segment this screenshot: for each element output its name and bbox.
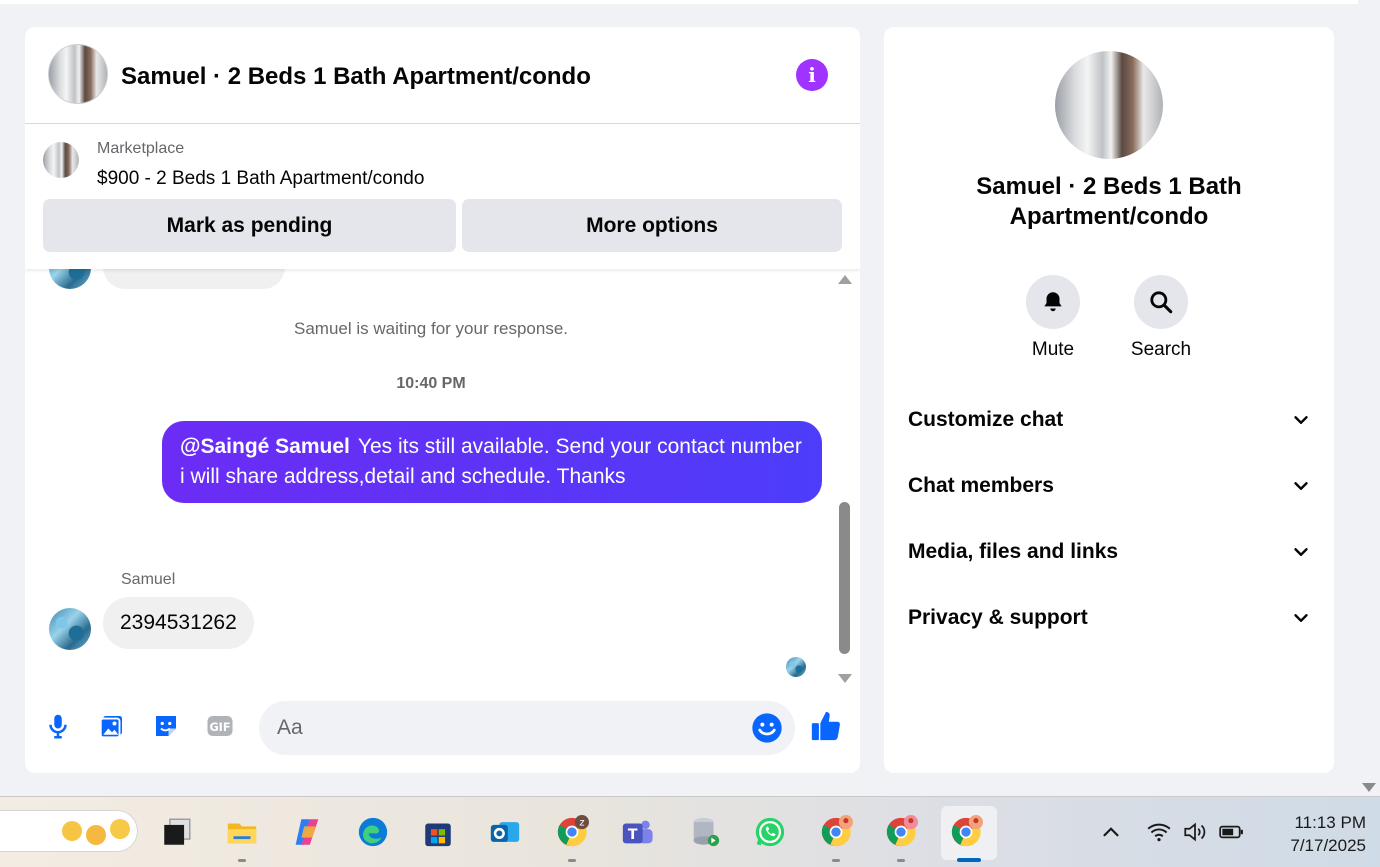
teams-icon[interactable]: T <box>617 812 657 852</box>
emoji-icon[interactable] <box>751 712 783 744</box>
browser-top-strip <box>0 0 1358 4</box>
search-icon <box>1134 275 1188 329</box>
section-label: Media, files and links <box>908 540 1119 563</box>
emoji-smile-icon <box>86 825 106 845</box>
chat-panel: Samuel · 2 Beds 1 Bath Apartment/condo i… <box>25 27 860 773</box>
section-privacy-support[interactable]: Privacy & support <box>908 596 1312 640</box>
chat-info-panel: Samuel · 2 Beds 1 Bath Apartment/condo M… <box>884 27 1334 773</box>
emoji-grin-icon <box>62 821 82 841</box>
outgoing-message[interactable]: @Saingé Samuel Yes its still available. S… <box>162 421 822 503</box>
emoji-heart-eyes-icon <box>110 819 130 839</box>
chevron-up-icon[interactable] <box>1098 819 1124 845</box>
mute-button[interactable]: Mute <box>998 275 1108 361</box>
clock-time: 11:13 PM <box>1294 813 1366 832</box>
chrome-icon[interactable] <box>816 812 856 852</box>
page-scrollbar[interactable] <box>1358 0 1380 796</box>
database-icon[interactable] <box>685 812 725 852</box>
sticker-icon[interactable] <box>151 711 181 741</box>
mark-as-pending-button[interactable]: Mark as pending <box>43 199 456 252</box>
sender-name: Samuel <box>121 571 176 588</box>
section-label: Chat members <box>908 474 1054 497</box>
wifi-icon[interactable] <box>1146 819 1172 845</box>
edge-icon[interactable] <box>353 812 393 852</box>
thumbs-up-icon[interactable] <box>809 709 843 743</box>
chat-info-title: Samuel · 2 Beds 1 Bath Apartment/condo <box>976 173 1242 230</box>
app-running-indicator <box>832 859 840 862</box>
taskbar: z T 11:13 PM 7/17/2025 <box>0 796 1380 867</box>
message-bubble-partial[interactable] <box>103 269 285 289</box>
page-scroll-down-arrow[interactable] <box>1362 783 1376 792</box>
chat-avatar[interactable] <box>48 44 108 104</box>
svg-text:T: T <box>628 827 638 843</box>
more-options-button[interactable]: More options <box>462 199 842 252</box>
chat-header: Samuel · 2 Beds 1 Bath Apartment/condo i <box>25 27 860 124</box>
mention[interactable]: @Saingé Samuel <box>180 435 350 458</box>
app-running-indicator <box>568 859 576 862</box>
scroll-up-arrow[interactable] <box>838 275 852 284</box>
message-scrollbar[interactable] <box>837 275 853 683</box>
chevron-down-icon <box>1294 614 1308 622</box>
incoming-message[interactable]: 2394531262 <box>103 597 254 649</box>
chrome-icon[interactable] <box>946 812 986 852</box>
active-app-indicator <box>957 858 981 862</box>
search-label: Search <box>1130 339 1192 360</box>
message-input[interactable] <box>277 713 737 743</box>
marketplace-label: Marketplace <box>97 140 185 157</box>
marketplace-bar: Marketplace $900 - 2 Beds 1 Bath Apartme… <box>25 124 860 269</box>
sender-avatar[interactable] <box>49 269 91 289</box>
listing-title[interactable]: $900 - 2 Beds 1 Bath Apartment/condo <box>97 168 424 190</box>
read-receipt-avatar <box>786 657 806 677</box>
svg-text:GIF: GIF <box>209 721 230 734</box>
sender-avatar[interactable] <box>49 608 91 650</box>
chevron-down-icon <box>1294 482 1308 490</box>
section-chat-members[interactable]: Chat members <box>908 464 1312 508</box>
message-timestamp: 10:40 PM <box>396 375 466 392</box>
chrome-icon[interactable] <box>881 812 921 852</box>
outlook-icon[interactable] <box>485 812 525 852</box>
bell-icon <box>1026 275 1080 329</box>
chat-info-avatar[interactable] <box>1055 51 1163 159</box>
chevron-down-icon <box>1294 416 1308 424</box>
task-view-icon[interactable] <box>157 812 197 852</box>
scroll-thumb[interactable] <box>839 502 850 654</box>
microsoft-store-icon[interactable] <box>418 812 458 852</box>
message-input-wrapper[interactable] <box>259 701 795 755</box>
system-clock[interactable]: 11:13 PM 7/17/2025 <box>1256 811 1366 857</box>
gif-icon[interactable]: GIF <box>205 711 235 741</box>
message-composer: GIF <box>25 699 860 759</box>
emoji-widget[interactable] <box>0 810 138 852</box>
info-icon[interactable]: i <box>796 59 828 91</box>
scroll-down-arrow[interactable] <box>838 674 852 683</box>
whatsapp-icon[interactable] <box>750 812 790 852</box>
app-running-indicator <box>238 859 246 862</box>
section-customize-chat[interactable]: Customize chat <box>908 398 1312 442</box>
microphone-icon[interactable] <box>43 711 73 741</box>
mute-label: Mute <box>1031 339 1075 360</box>
clock-date: 7/17/2025 <box>1290 836 1366 855</box>
svg-text:z: z <box>579 818 584 829</box>
copilot-icon[interactable] <box>287 812 327 852</box>
section-label: Customize chat <box>908 408 1064 431</box>
search-button[interactable]: Search <box>1106 275 1216 361</box>
file-explorer-icon[interactable] <box>222 812 262 852</box>
waiting-notice: Samuel is waiting for your response. <box>293 319 569 338</box>
chrome-icon[interactable]: z <box>552 812 592 852</box>
photo-icon[interactable] <box>97 711 127 741</box>
battery-icon[interactable] <box>1218 819 1244 845</box>
chevron-down-icon <box>1294 548 1308 556</box>
volume-icon[interactable] <box>1182 819 1208 845</box>
listing-thumbnail[interactable] <box>43 142 79 178</box>
message-list[interactable]: Samuel is waiting for your response. 10:… <box>25 269 860 689</box>
chat-title[interactable]: Samuel · 2 Beds 1 Bath Apartment/condo <box>121 63 591 91</box>
app-running-indicator <box>897 859 905 862</box>
section-label: Privacy & support <box>908 606 1088 629</box>
section-media-files-links[interactable]: Media, files and links <box>908 530 1312 574</box>
